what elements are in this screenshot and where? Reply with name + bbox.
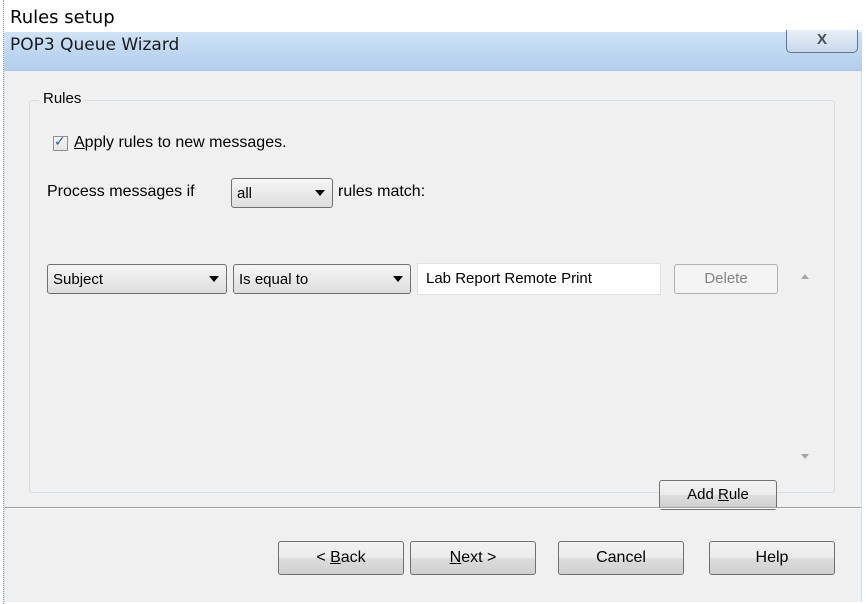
- add-rule-button[interactable]: Add Rule: [659, 480, 777, 510]
- footer-separator: [5, 507, 861, 509]
- apply-rules-label[interactable]: Apply rules to new messages.: [74, 134, 287, 152]
- scroll-down-icon[interactable]: [801, 454, 809, 459]
- rule-operator-value: Is equal to: [239, 271, 309, 288]
- process-prefix-label: Process messages if: [47, 183, 195, 200]
- match-mode-value: all: [237, 185, 253, 202]
- scroll-up-icon[interactable]: [801, 274, 809, 279]
- wizard-content: Rules ✓ Apply rules to new messages. Pro…: [4, 71, 862, 602]
- rule-operator-dropdown[interactable]: Is equal to: [233, 264, 411, 294]
- title-bar: POP3 Queue Wizard X: [4, 30, 862, 71]
- chevron-down-icon: [393, 276, 403, 282]
- match-mode-dropdown[interactable]: all: [231, 178, 333, 208]
- rule-value-input[interactable]: Lab Report Remote Print: [417, 263, 661, 295]
- close-button[interactable]: X: [786, 30, 858, 53]
- process-messages-row: Process messages if all rules match:: [47, 178, 547, 210]
- apply-rules-row[interactable]: ✓ Apply rules to new messages.: [53, 132, 287, 152]
- close-icon: X: [816, 31, 827, 48]
- cancel-button[interactable]: Cancel: [558, 541, 684, 575]
- check-icon: ✓: [54, 132, 66, 149]
- rule-value-text: Lab Report Remote Print: [426, 270, 592, 287]
- rule-field-value: Subject: [53, 271, 104, 288]
- screenshot-caption: Rules setup: [10, 7, 115, 28]
- back-button[interactable]: < Back: [278, 541, 404, 575]
- help-button[interactable]: Help: [709, 541, 835, 575]
- wizard-window: POP3 Queue Wizard X Rules ✓ Apply rules …: [4, 30, 862, 602]
- rules-group-label: Rules: [39, 90, 86, 107]
- chevron-down-icon: [209, 276, 219, 282]
- process-suffix-label: rules match:: [338, 183, 426, 200]
- rules-groupbox: [29, 100, 835, 493]
- delete-rule-button[interactable]: Delete: [674, 264, 778, 294]
- chevron-down-icon: [315, 190, 325, 196]
- next-button[interactable]: Next >: [410, 541, 536, 575]
- window-title: POP3 Queue Wizard: [10, 35, 180, 55]
- apply-rules-checkbox[interactable]: ✓: [53, 132, 68, 151]
- rule-field-dropdown[interactable]: Subject: [47, 264, 227, 294]
